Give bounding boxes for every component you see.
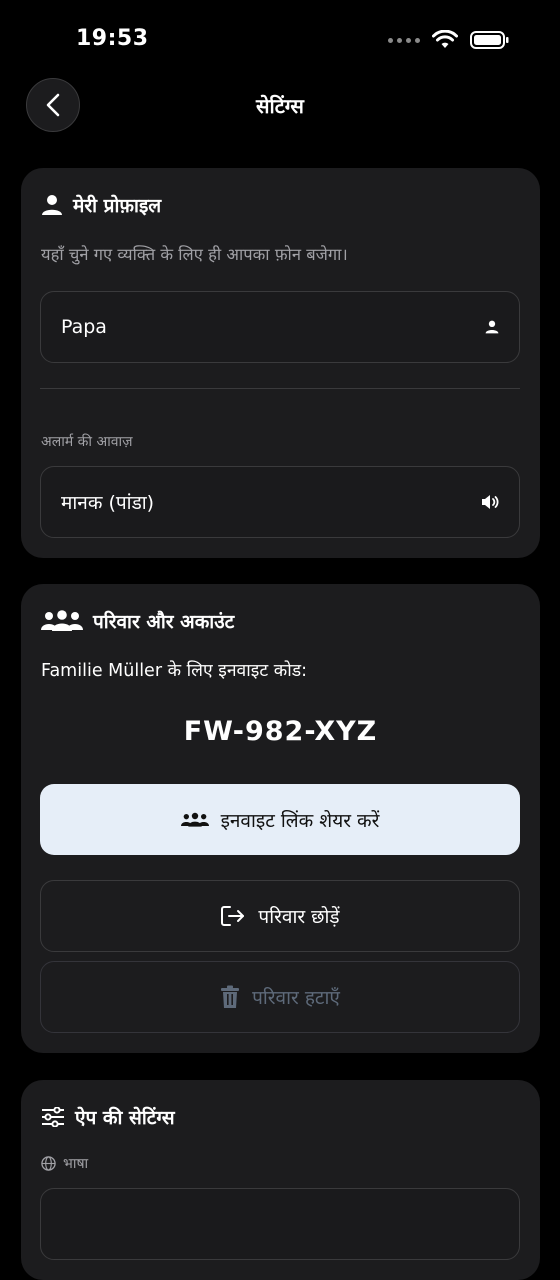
speaker-icon (482, 495, 499, 509)
profile-description: यहाँ चुने गए व्यक्ति के लिए ही आपका फ़ोन… (41, 245, 348, 264)
profile-title: मेरी प्रोफ़ाइल (73, 195, 162, 217)
delete-family-button[interactable]: परिवार हटाएँ (40, 961, 520, 1033)
leave-family-button[interactable]: परिवार छोड़ें (40, 880, 520, 952)
invite-code: FW-982-XYZ (183, 716, 378, 747)
globe-icon (41, 1156, 56, 1171)
status-time: 19:53 (76, 26, 149, 51)
family-section-title: परिवार और अकाउंट (41, 608, 234, 634)
name-input[interactable] (61, 316, 441, 338)
invite-code-text: Familie Müller के लिए इनवाइट कोड: (41, 661, 307, 681)
alarm-sound-field[interactable]: मानक (पांडा) (40, 466, 520, 538)
person-icon (485, 320, 499, 334)
alarm-sound-value: मानक (पांडा) (61, 492, 155, 514)
person-icon (42, 195, 62, 215)
divider (40, 388, 520, 389)
delete-family-label: परिवार हटाएँ (252, 987, 340, 1009)
language-label: भाषा (63, 1156, 89, 1172)
group-icon (180, 812, 209, 827)
battery-icon (470, 31, 509, 49)
profile-section-title: मेरी प्रोफ़ाइल (41, 192, 161, 218)
status-bar: 19:53 (0, 0, 560, 80)
wifi-icon (432, 30, 458, 48)
leave-family-label: परिवार छोड़ें (258, 906, 340, 928)
logout-icon (221, 906, 245, 926)
language-field[interactable] (40, 1188, 520, 1260)
page-title: सेटिंग्स (256, 94, 304, 118)
app-settings-title: ऐप की सेटिंग्स (75, 1107, 175, 1129)
family-card: परिवार और अकाउंट Familie Müller के लिए इ… (21, 584, 540, 1053)
family-title: परिवार और अकाउंट (93, 611, 235, 633)
profile-card: मेरी प्रोफ़ाइल यहाँ चुने गए व्यक्ति के ल… (21, 168, 540, 558)
signal-dots-icon (388, 37, 420, 43)
status-icons (388, 30, 510, 50)
name-field[interactable] (40, 291, 520, 363)
trash-icon (221, 985, 240, 1008)
sliders-icon (42, 1107, 64, 1127)
alarm-sound-label: अलार्म की आवाज़ (41, 434, 133, 450)
language-label-row: भाषा (41, 1154, 88, 1173)
group-icon (41, 610, 83, 631)
share-invite-link-label: इनवाइट लिंक शेयर करें (220, 809, 380, 832)
navigation-bar: सेटिंग्स (0, 78, 560, 136)
app-settings-section-title: ऐप की सेटिंग्स (41, 1104, 175, 1130)
app-settings-card: ऐप की सेटिंग्स भाषा (21, 1080, 540, 1280)
share-invite-link-button[interactable]: इनवाइट लिंक शेयर करें (40, 784, 520, 855)
